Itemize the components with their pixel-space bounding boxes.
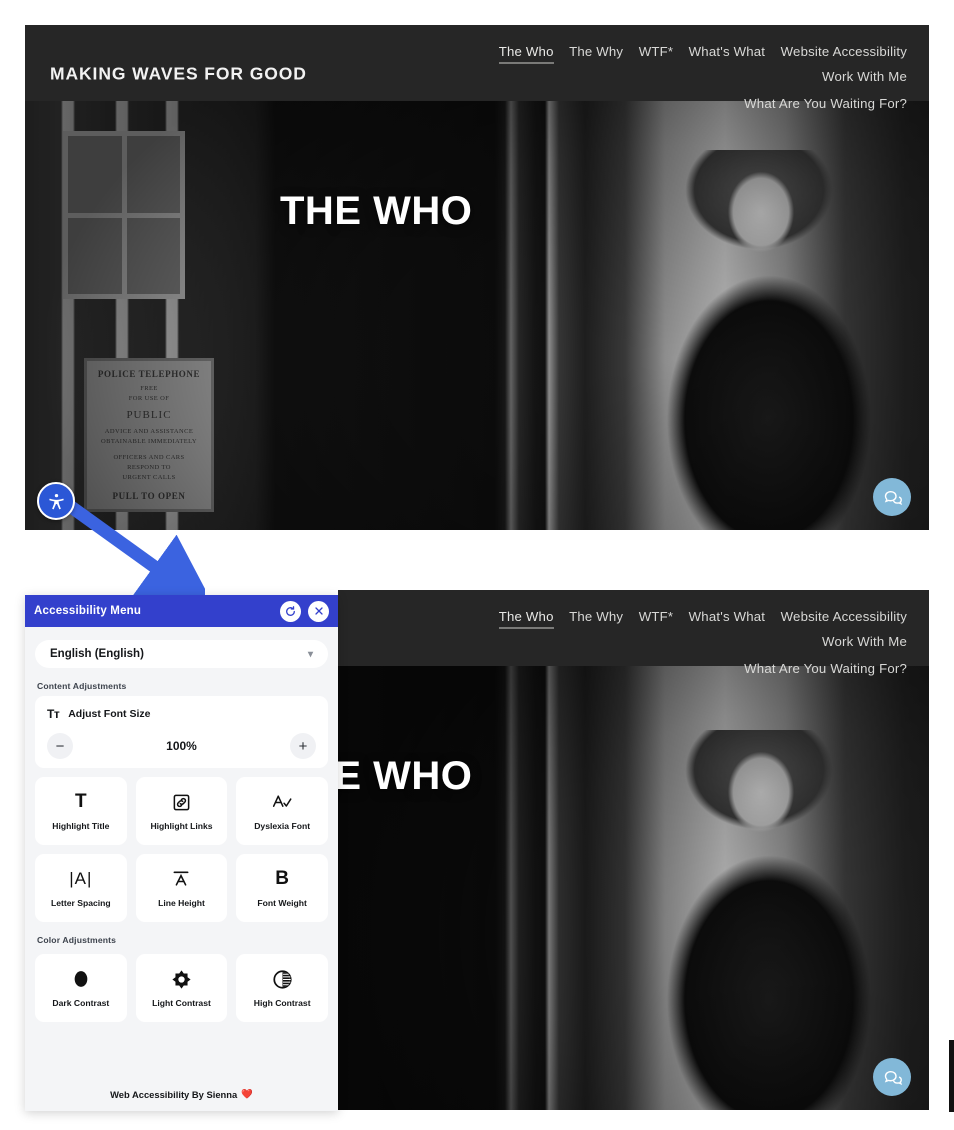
font-size-icon: Tт <box>47 707 60 721</box>
site-screenshot-top: POLICE TELEPHONE FREE FOR USE OF PUBLIC … <box>25 25 929 530</box>
nav-item-work-with-me-bottom[interactable]: Work With Me <box>822 634 907 649</box>
nav-item-waiting-for-top[interactable]: What Are You Waiting For? <box>744 96 907 111</box>
nav-item-work-with-me-top[interactable]: Work With Me <box>822 69 907 84</box>
tile-light-contrast[interactable]: Light Contrast <box>135 954 228 1022</box>
accessibility-icon <box>48 493 64 509</box>
light-contrast-icon <box>171 968 192 990</box>
nav-item-website-accessibility-bottom[interactable]: Website Accessibility <box>781 609 907 624</box>
nav-item-whats-what-bottom[interactable]: What's What <box>689 609 766 624</box>
line-height-icon <box>171 868 191 890</box>
site-brand-top: MAKING WAVES FOR GOOD <box>50 63 307 84</box>
chevron-down-icon: ▾ <box>307 648 313 660</box>
content-adjustments-label: Content Adjustments <box>37 681 127 691</box>
close-icon <box>314 607 323 615</box>
hero-vignette-bottom <box>338 666 929 1110</box>
tile-highlight-title[interactable]: T Highlight Title <box>35 777 127 845</box>
language-select[interactable]: English (English) ▾ <box>35 640 328 668</box>
tile-label-highlight-title: Highlight Title <box>52 821 110 831</box>
accessibility-menu-panel: Accessibility Menu English (English) ▾ C… <box>25 595 338 1111</box>
page-edge-marker <box>949 1040 954 1112</box>
site-screenshot-bottom: THE WHO The Who The Why WTF* What's What… <box>338 590 929 1110</box>
chat-bubble-icon <box>884 1070 902 1085</box>
content-tiles-row-1: T Highlight Title Highlight Links Dyslex… <box>35 777 328 922</box>
close-panel-button[interactable] <box>308 600 329 622</box>
nav-item-the-why-bottom[interactable]: The Why <box>569 609 623 624</box>
highlight-links-icon <box>172 791 191 813</box>
font-size-stepper: − 100% + <box>47 733 316 759</box>
adjust-font-size-card: Tт Adjust Font Size − 100% + <box>35 696 328 768</box>
tile-font-weight[interactable]: B Font Weight <box>236 854 328 922</box>
tile-label-line-height: Line Height <box>158 898 205 908</box>
dyslexia-font-icon <box>271 791 293 813</box>
reset-settings-button[interactable] <box>280 600 301 622</box>
nav-item-whats-what-top[interactable]: What's What <box>689 44 766 59</box>
hero-title-top: THE WHO <box>280 189 473 233</box>
tile-dyslexia-font[interactable]: Dyslexia Font <box>236 777 328 845</box>
tile-dark-contrast[interactable]: Dark Contrast <box>35 954 127 1022</box>
tile-label-dark-contrast: Dark Contrast <box>52 998 110 1008</box>
hero-title-bottom: THE WHO <box>338 754 473 798</box>
tile-letter-spacing[interactable]: |A| Letter Spacing <box>35 854 127 922</box>
adjust-font-size-label: Adjust Font Size <box>68 708 151 720</box>
nav-item-website-accessibility-top[interactable]: Website Accessibility <box>781 44 907 59</box>
panel-body: English (English) ▾ Content Adjustments … <box>25 640 338 1022</box>
tile-label-font-weight: Font Weight <box>257 898 307 908</box>
chat-widget-button-bottom[interactable] <box>873 1058 911 1096</box>
nav-item-the-why-top[interactable]: The Why <box>569 44 623 59</box>
tile-label-highlight-links: Highlight Links <box>150 821 213 831</box>
color-tiles-row: Dark Contrast Light Contrast High Contra… <box>35 954 328 1022</box>
nav-item-the-who-bottom[interactable]: The Who <box>498 609 554 629</box>
main-nav-bottom: The Who The Why WTF* What's What Website… <box>402 604 907 681</box>
highlight-title-icon: T <box>75 791 87 812</box>
site-header-bottom: The Who The Why WTF* What's What Website… <box>338 590 929 676</box>
reset-icon <box>286 605 295 616</box>
nav-item-waiting-for-bottom[interactable]: What Are You Waiting For? <box>744 661 907 676</box>
color-adjustments-label: Color Adjustments <box>37 935 117 945</box>
tile-label-dyslexia-font: Dyslexia Font <box>254 821 311 831</box>
tile-high-contrast[interactable]: High Contrast <box>236 954 328 1022</box>
tile-highlight-links[interactable]: Highlight Links <box>135 777 228 845</box>
high-contrast-icon <box>272 968 293 990</box>
site-header-top: MAKING WAVES FOR GOOD The Who The Why WT… <box>25 25 929 111</box>
accessibility-fab-top[interactable] <box>37 482 75 520</box>
pointer-arrow <box>59 495 205 605</box>
font-weight-icon: B <box>275 868 290 889</box>
panel-header: Accessibility Menu <box>25 595 338 627</box>
tile-label-letter-spacing: Letter Spacing <box>50 898 111 908</box>
font-size-decrease-button[interactable]: − <box>47 733 73 759</box>
heart-icon: ❤️ <box>241 1088 253 1099</box>
dark-contrast-icon <box>71 968 91 990</box>
font-size-value: 100% <box>166 739 197 753</box>
tile-label-high-contrast: High Contrast <box>253 998 311 1008</box>
chat-bubble-icon <box>884 490 902 505</box>
hero-vignette <box>25 101 929 530</box>
tile-line-height[interactable]: Line Height <box>135 854 228 922</box>
letter-spacing-icon: |A| <box>69 869 93 888</box>
footer-credit-text: Web Accessibility By Sienna <box>110 1088 238 1100</box>
panel-footer: Web Accessibility By Sienna ❤️ <box>25 1077 338 1111</box>
main-nav-top: The Who The Why WTF* What's What Website… <box>402 39 907 116</box>
hero-image-top: POLICE TELEPHONE FREE FOR USE OF PUBLIC … <box>25 101 929 530</box>
font-size-increase-button[interactable]: + <box>290 733 316 759</box>
hero-image-bottom: THE WHO <box>338 666 929 1110</box>
nav-item-the-who-top[interactable]: The Who <box>498 44 554 64</box>
panel-title: Accessibility Menu <box>34 605 142 617</box>
chat-widget-button-top[interactable] <box>873 478 911 516</box>
language-select-value: English (English) <box>50 648 144 660</box>
nav-item-wtf-bottom[interactable]: WTF* <box>639 609 674 624</box>
nav-item-wtf-top[interactable]: WTF* <box>639 44 674 59</box>
tile-label-light-contrast: Light Contrast <box>152 998 211 1008</box>
